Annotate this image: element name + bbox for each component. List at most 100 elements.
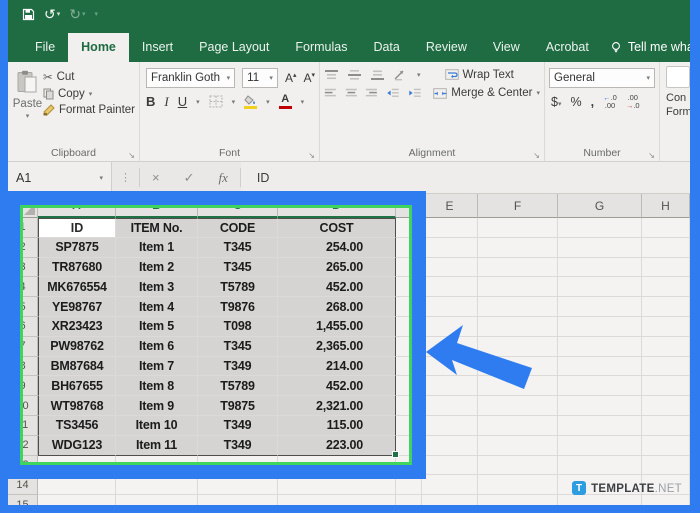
cell-B6[interactable]: Item 5 <box>116 317 198 337</box>
cell-C12[interactable]: T349 <box>198 436 278 456</box>
cell-empty[interactable] <box>396 456 422 476</box>
tab-review[interactable]: Review <box>413 33 480 62</box>
cell-empty[interactable] <box>642 238 690 258</box>
cell-empty[interactable] <box>422 495 478 505</box>
row-header-15[interactable]: 15 <box>8 495 38 505</box>
cell-C2[interactable]: T345 <box>198 238 278 258</box>
tab-acrobat[interactable]: Acrobat <box>533 33 602 62</box>
cell-empty[interactable] <box>422 238 478 258</box>
cell-B10[interactable]: Item 9 <box>116 396 198 416</box>
cell-empty[interactable] <box>642 277 690 297</box>
undo-button[interactable]: ↺▾ <box>44 7 60 21</box>
cell-empty[interactable] <box>396 396 422 416</box>
fill-color-caret-icon[interactable]: ▾ <box>266 98 270 106</box>
tab-home[interactable]: Home <box>68 33 129 62</box>
copy-button[interactable]: Copy▾ <box>43 88 135 100</box>
cell-A11[interactable]: TS3456 <box>38 416 116 436</box>
column-header-B[interactable]: B <box>116 194 198 218</box>
align-center-icon[interactable] <box>345 87 358 99</box>
cell-A8[interactable]: BM87684 <box>38 357 116 377</box>
font-color-caret-icon[interactable]: ▾ <box>301 98 305 106</box>
cell-D5[interactable]: 268.00 <box>278 297 396 317</box>
cell-empty[interactable] <box>478 376 558 396</box>
row-header-10[interactable]: 10 <box>8 396 38 416</box>
cell-empty[interactable] <box>396 218 422 238</box>
cell-B1[interactable]: ITEM No. <box>116 218 198 238</box>
cell-empty[interactable] <box>198 495 278 505</box>
cell-empty[interactable] <box>642 218 690 238</box>
copy-caret-icon[interactable]: ▾ <box>89 90 93 98</box>
redo-caret-icon[interactable]: ▾ <box>82 11 86 18</box>
cell-B8[interactable]: Item 7 <box>116 357 198 377</box>
cell-empty[interactable] <box>422 475 478 495</box>
insert-function-button[interactable]: fx <box>207 170 240 186</box>
cell-empty[interactable] <box>278 456 396 476</box>
paste-button[interactable]: Paste ▾ <box>12 68 43 159</box>
cell-D12[interactable]: 223.00 <box>278 436 396 456</box>
cell-B9[interactable]: Item 8 <box>116 376 198 396</box>
cell-C6[interactable]: T098 <box>198 317 278 337</box>
number-dialog-launcher-icon[interactable]: ↘ <box>648 151 655 160</box>
font-size-combo[interactable]: 11▾ <box>242 68 278 88</box>
font-color-button[interactable]: A <box>279 94 292 109</box>
align-right-icon[interactable] <box>365 87 378 99</box>
cell-empty[interactable] <box>558 258 642 278</box>
cell-A7[interactable]: PW98762 <box>38 337 116 357</box>
cell-empty[interactable] <box>38 456 116 476</box>
cell-empty[interactable] <box>422 456 478 476</box>
cell-empty[interactable] <box>422 376 478 396</box>
row-header-7[interactable]: 7 <box>8 337 38 357</box>
cell-empty[interactable] <box>396 337 422 357</box>
cell-D2[interactable]: 254.00 <box>278 238 396 258</box>
row-header-14[interactable]: 14 <box>8 475 38 495</box>
cell-empty[interactable] <box>478 456 558 476</box>
bold-button[interactable]: B <box>146 95 155 108</box>
alignment-dialog-launcher-icon[interactable]: ↘ <box>533 151 540 160</box>
cell-empty[interactable] <box>558 376 642 396</box>
comma-style-button[interactable]: , <box>591 95 594 109</box>
font-name-combo[interactable]: Franklin Goth▾ <box>146 68 235 88</box>
cell-empty[interactable] <box>422 317 478 337</box>
cell-C5[interactable]: T9876 <box>198 297 278 317</box>
cell-empty[interactable] <box>478 396 558 416</box>
name-box[interactable]: A1▾ <box>8 162 112 193</box>
cell-empty[interactable] <box>558 238 642 258</box>
cell-empty[interactable] <box>396 277 422 297</box>
cell-empty[interactable] <box>558 317 642 337</box>
bottom-align-icon[interactable] <box>370 69 385 81</box>
cell-empty[interactable] <box>396 376 422 396</box>
cell-empty[interactable] <box>642 416 690 436</box>
cell-empty[interactable] <box>396 258 422 278</box>
orientation-icon[interactable] <box>393 68 409 81</box>
cell-empty[interactable] <box>478 238 558 258</box>
column-header-D[interactable]: D <box>278 194 396 218</box>
column-header-H[interactable]: H <box>642 194 690 218</box>
middle-align-icon[interactable] <box>347 69 362 81</box>
cell-empty[interactable] <box>422 218 478 238</box>
enter-button[interactable]: ✓ <box>172 170 207 186</box>
orientation-caret-icon[interactable]: ▾ <box>417 71 421 79</box>
cell-A3[interactable]: TR87680 <box>38 258 116 278</box>
cell-C9[interactable]: T5789 <box>198 376 278 396</box>
cell-C1[interactable]: CODE <box>198 218 278 238</box>
cut-button[interactable]: ✂Cut <box>43 70 135 84</box>
cell-empty[interactable] <box>558 416 642 436</box>
cell-empty[interactable] <box>198 456 278 476</box>
cell-C7[interactable]: T345 <box>198 337 278 357</box>
font-dialog-launcher-icon[interactable]: ↘ <box>308 151 315 160</box>
cell-D3[interactable]: 265.00 <box>278 258 396 278</box>
tell-me-box[interactable]: Tell me what yo <box>602 33 690 62</box>
row-header-1[interactable]: 1 <box>8 218 38 238</box>
cell-empty[interactable] <box>478 297 558 317</box>
tab-data[interactable]: Data <box>360 33 412 62</box>
cell-empty[interactable] <box>422 297 478 317</box>
cell-D9[interactable]: 452.00 <box>278 376 396 396</box>
cell-empty[interactable] <box>642 456 690 476</box>
borders-icon[interactable] <box>209 95 223 108</box>
percent-style-button[interactable]: % <box>570 95 581 109</box>
cell-empty[interactable] <box>558 357 642 377</box>
row-header-3[interactable]: 3 <box>8 258 38 278</box>
cell-empty[interactable] <box>558 456 642 476</box>
cell-empty[interactable] <box>396 495 422 505</box>
number-format-combo[interactable]: General▾ <box>549 68 655 88</box>
